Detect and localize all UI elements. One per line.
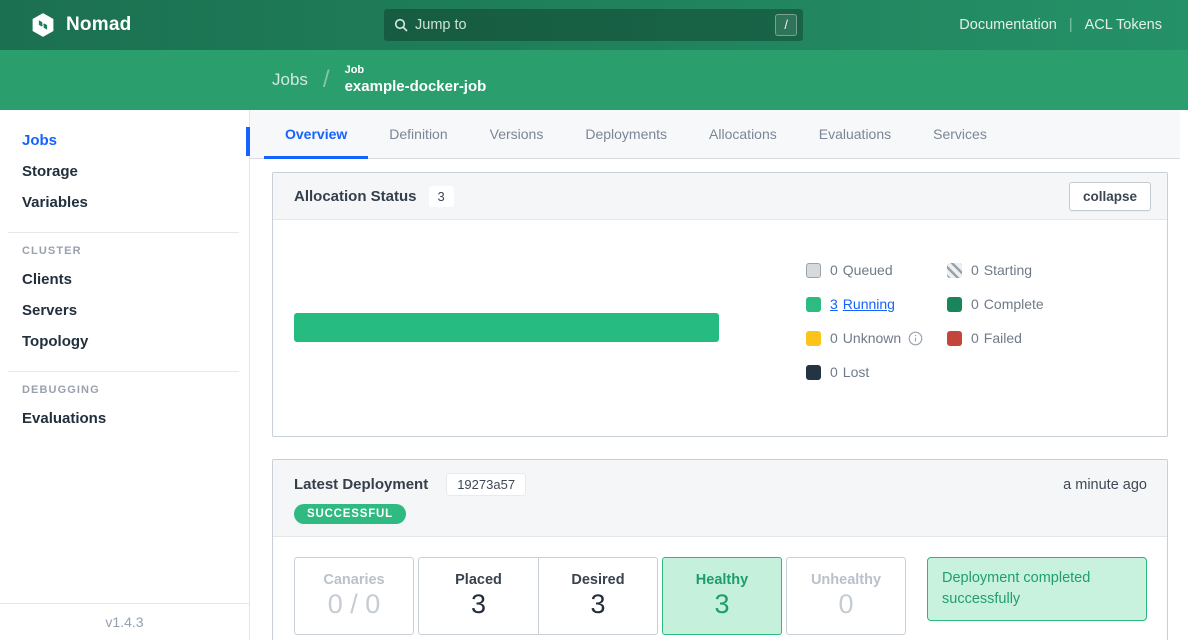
sidebar-divider [8, 371, 239, 372]
deployment-status-badge: SUCCESSFUL [294, 504, 406, 524]
tab-allocations[interactable]: Allocations [688, 110, 798, 158]
breadcrumb-jobs-link[interactable]: Jobs [272, 70, 308, 90]
tab-versions[interactable]: Versions [469, 110, 565, 158]
legend-item-failed: 0 Failed [947, 330, 1107, 346]
nomad-logo-icon [30, 12, 56, 38]
nomad-brand[interactable]: Nomad [30, 12, 131, 38]
metric-canaries: Canaries 0 / 0 [294, 557, 414, 635]
search-input[interactable] [415, 17, 775, 33]
breadcrumb-separator: / [323, 66, 330, 94]
metric-healthy: Healthy 3 [662, 557, 782, 635]
legend-item-running: 3 Running [806, 296, 947, 312]
sidebar-item-storage[interactable]: Storage [0, 157, 249, 188]
latest-deployment-panel: Latest Deployment 19273a57 a minute ago … [272, 459, 1168, 640]
allocation-status-panel: Allocation Status 3 collapse 0 Queued [272, 172, 1168, 437]
failed-swatch-icon [947, 331, 962, 346]
unknown-swatch-icon [806, 331, 821, 346]
tab-definition[interactable]: Definition [368, 110, 468, 158]
running-allocations-link[interactable]: 3 Running [830, 296, 895, 312]
sidebar-item-topology[interactable]: Topology [0, 327, 249, 358]
queued-swatch-icon [806, 263, 821, 278]
jump-to-search[interactable]: / [384, 9, 803, 41]
unknown-info-icon[interactable] [908, 331, 923, 346]
deployment-id-badge: 19273a57 [446, 473, 526, 496]
sidebar-item-clients[interactable]: Clients [0, 265, 249, 296]
allocation-status-title: Allocation Status [294, 188, 417, 205]
documentation-link[interactable]: Documentation [959, 17, 1057, 33]
legend-item-unknown: 0 Unknown [806, 330, 947, 346]
tab-evaluations[interactable]: Evaluations [798, 110, 912, 158]
page-body: Jobs Storage Variables CLUSTER Clients S… [0, 110, 1188, 640]
sidebar-section-cluster: CLUSTER [0, 245, 249, 257]
content-area: Allocation Status 3 collapse 0 Queued [250, 159, 1188, 640]
tab-overview[interactable]: Overview [264, 110, 368, 158]
running-allocations-bar[interactable] [294, 313, 719, 342]
legend-item-lost: 0 Lost [806, 364, 947, 380]
navbar-links-divider: | [1069, 17, 1073, 33]
breadcrumb-entity-type: Job [345, 64, 487, 78]
sidebar-divider [8, 232, 239, 233]
metric-unhealthy: Unhealthy 0 [786, 557, 906, 635]
metric-group-placed-desired: Placed 3 Desired 3 [418, 557, 658, 635]
sidebar-item-variables[interactable]: Variables [0, 188, 249, 219]
allocation-status-header: Allocation Status 3 collapse [273, 173, 1167, 220]
lost-swatch-icon [806, 365, 821, 380]
breadcrumb: Jobs / Job example-docker-job [0, 50, 1188, 110]
running-swatch-icon [806, 297, 821, 312]
job-tabs: Overview Definition Versions Deployments… [250, 110, 1188, 159]
starting-swatch-icon [947, 263, 962, 278]
legend-item-starting: 0 Starting [947, 262, 1107, 278]
deployment-metrics: Canaries 0 / 0 Placed 3 Desired 3 [273, 537, 1167, 640]
scrollbar-gutter[interactable] [1180, 110, 1188, 640]
legend-item-queued: 0 Queued [806, 262, 947, 278]
allocation-count-badge: 3 [429, 186, 454, 207]
navbar-links: Documentation | ACL Tokens [959, 0, 1162, 50]
metric-placed: Placed 3 [419, 558, 538, 634]
sidebar: Jobs Storage Variables CLUSTER Clients S… [0, 110, 250, 640]
search-icon [394, 18, 408, 32]
allocation-legend: 0 Queued 0 Starting 3 Running [806, 262, 1107, 380]
sidebar-section-debugging: DEBUGGING [0, 384, 249, 396]
page-title: example-docker-job [345, 78, 487, 97]
sidebar-item-jobs[interactable]: Jobs [0, 126, 249, 157]
acl-tokens-link[interactable]: ACL Tokens [1085, 17, 1162, 33]
deployment-timestamp: a minute ago [1063, 477, 1147, 493]
main-content: Overview Definition Versions Deployments… [250, 110, 1188, 640]
deployment-message: Deployment completed successfully [927, 557, 1147, 621]
legend-item-complete: 0 Complete [947, 296, 1107, 312]
latest-deployment-header: Latest Deployment 19273a57 a minute ago … [273, 460, 1167, 537]
tab-deployments[interactable]: Deployments [564, 110, 688, 158]
allocation-status-chart: 0 Queued 0 Starting 3 Running [273, 220, 1167, 436]
breadcrumb-current-job[interactable]: Job example-docker-job [345, 64, 487, 97]
complete-swatch-icon [947, 297, 962, 312]
sidebar-item-servers[interactable]: Servers [0, 296, 249, 327]
latest-deployment-title: Latest Deployment [294, 476, 428, 493]
version-label: v1.4.3 [0, 603, 249, 640]
brand-name: Nomad [66, 14, 131, 36]
collapse-button[interactable]: collapse [1069, 182, 1151, 211]
tab-services[interactable]: Services [912, 110, 1008, 158]
sidebar-item-evaluations[interactable]: Evaluations [0, 404, 249, 435]
metric-desired: Desired 3 [538, 558, 657, 634]
top-navbar: Nomad / Documentation | ACL Tokens [0, 0, 1188, 50]
slash-shortcut-badge: / [775, 14, 797, 36]
